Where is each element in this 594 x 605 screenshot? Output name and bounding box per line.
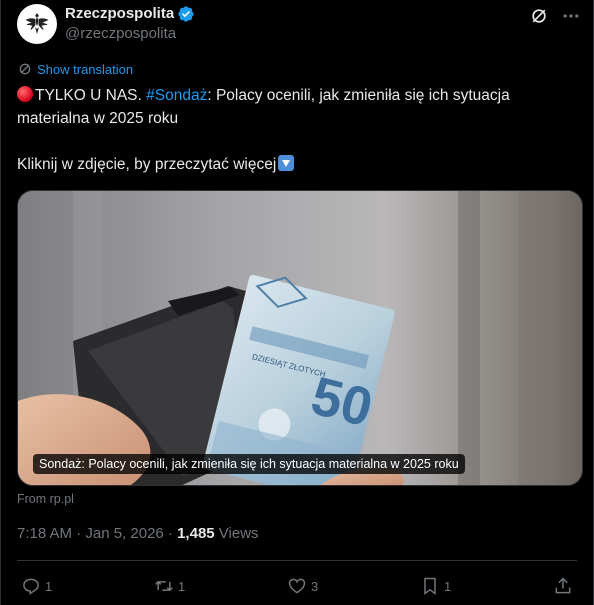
tweet-cta: Kliknij w zdjęcie, by przeczytać więcej (17, 156, 277, 173)
show-translation-link[interactable]: Show translation (17, 61, 133, 77)
repost-button[interactable]: 1 (154, 576, 214, 596)
bookmark-button[interactable]: 1 (420, 576, 480, 596)
eagle-logo-icon (20, 7, 54, 41)
like-count: 3 (311, 578, 319, 594)
views-label: Views (214, 525, 259, 542)
reply-button[interactable]: 1 (21, 576, 81, 596)
like-button[interactable]: 3 (287, 576, 347, 596)
timestamp[interactable]: 7:18 AM · Jan 5, 2026 · (17, 525, 177, 542)
repost-icon (155, 580, 173, 592)
link-card-image[interactable]: 50 DZIESIĄT ZŁOTYCH Sondaż: Polacy oceni… (17, 190, 583, 486)
share-button[interactable] (553, 576, 577, 596)
grok-icon[interactable] (529, 6, 549, 26)
views-count: 1,485 (177, 525, 215, 542)
bookmark-icon (424, 577, 436, 595)
bookmark-count: 1 (444, 578, 452, 594)
link-source[interactable]: From rp.pl (17, 492, 74, 506)
author-name-row: Rzeczpospolita (65, 4, 195, 24)
tweet-header: Rzeczpospolita @rzeczpospolita (17, 4, 195, 44)
tweet-card: Rzeczpospolita @rzeczpospolita Show tran… (0, 0, 594, 605)
author-handle[interactable]: @rzeczpospolita (65, 24, 195, 44)
heart-icon (288, 578, 306, 594)
translate-icon (19, 63, 31, 75)
verified-badge-icon[interactable] (177, 5, 195, 23)
down-button-emoji-icon (278, 155, 295, 171)
media-caption: Sondaż: Polacy ocenili, jak zmieniła się… (33, 454, 465, 474)
author-info: Rzeczpospolita @rzeczpospolita (65, 4, 195, 44)
tweet-prefix: TYLKO U NAS. (35, 87, 147, 104)
author-display-name[interactable]: Rzeczpospolita (65, 4, 174, 24)
red-circle-emoji-icon (17, 86, 33, 102)
hashtag-link[interactable]: #Sondaż (146, 87, 207, 104)
divider (17, 560, 577, 561)
tweet-meta: 7:18 AM · Jan 5, 2026 · 1,485 Views (17, 525, 259, 542)
reply-icon (23, 578, 39, 595)
more-options-icon[interactable] (561, 6, 581, 26)
tweet-text: TYLKO U NAS. #Sondaż: Polacy ocenili, ja… (17, 84, 582, 176)
repost-count: 1 (178, 578, 186, 594)
reply-count: 1 (45, 578, 53, 594)
share-icon (555, 577, 571, 594)
top-actions (529, 6, 581, 26)
avatar[interactable] (17, 4, 57, 44)
action-bar: 1 1 3 1 (21, 574, 577, 598)
wallet-banknote-photo: 50 DZIESIĄT ZŁOTYCH (18, 191, 582, 485)
show-translation-label: Show translation (37, 61, 134, 77)
